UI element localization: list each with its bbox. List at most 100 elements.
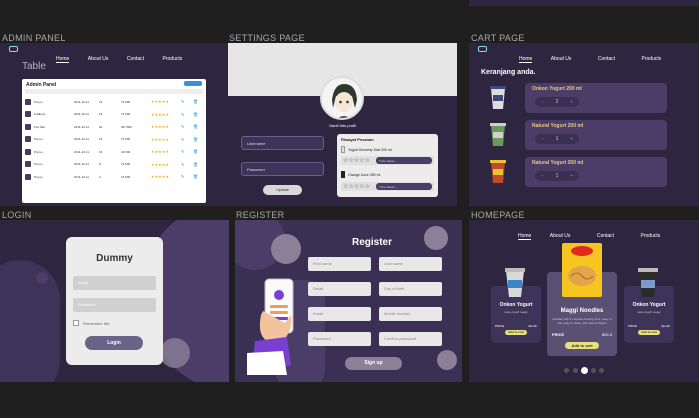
nav-contact[interactable]: Contact bbox=[598, 56, 615, 62]
signup-button[interactable]: Sign up bbox=[345, 357, 402, 370]
delete-icon[interactable]: 🗑 bbox=[193, 149, 198, 154]
nav-home[interactable]: Home bbox=[519, 56, 533, 63]
minus-icon[interactable]: − bbox=[541, 99, 544, 105]
cell-rating: ★★★★★ bbox=[151, 149, 169, 154]
minus-icon[interactable]: − bbox=[541, 136, 544, 142]
first-name-field[interactable]: First name bbox=[308, 257, 371, 271]
nav-products[interactable]: Products bbox=[642, 56, 662, 62]
profile-avatar[interactable] bbox=[320, 76, 364, 120]
confirm-password-field[interactable]: Confirm password bbox=[379, 332, 442, 346]
product-thumb-icon bbox=[25, 98, 31, 105]
edit-icon[interactable]: ✎ bbox=[181, 124, 193, 129]
edit-icon[interactable]: ✎ bbox=[181, 99, 193, 104]
quantity-stepper[interactable]: − 1 + bbox=[535, 134, 579, 144]
carousel-dot[interactable] bbox=[599, 368, 604, 373]
cell-name: Pop Mie bbox=[34, 124, 46, 129]
product-thumb-icon bbox=[25, 136, 31, 142]
change-photo-link[interactable]: Ganti foto profil bbox=[228, 123, 457, 128]
carousel-dot[interactable] bbox=[564, 368, 569, 373]
cell-qty: 19 bbox=[99, 137, 103, 141]
nav-contact[interactable]: Contact bbox=[597, 233, 614, 239]
delete-icon[interactable]: 🗑 bbox=[193, 162, 198, 167]
nav-contact[interactable]: Contact bbox=[127, 56, 144, 62]
nav-home[interactable]: Home bbox=[518, 233, 532, 240]
history-item-2: Orange Juice 350 ml bbox=[348, 173, 381, 177]
nav-about[interactable]: About Us bbox=[88, 56, 109, 62]
login-button[interactable]: Login bbox=[85, 336, 143, 350]
mobile-field[interactable]: Mobile number bbox=[379, 307, 442, 321]
cell-qty: 23 bbox=[99, 99, 103, 104]
quantity-stepper[interactable]: − 2 + bbox=[535, 97, 579, 107]
nav-about[interactable]: About Us bbox=[551, 56, 572, 62]
nav-home[interactable]: Home bbox=[56, 56, 70, 63]
edit-icon[interactable]: ✎ bbox=[181, 112, 193, 117]
admin-table-panel: Admin Panel Ponyo 2011-10-11 23 73.900 ★★★★★… bbox=[22, 79, 206, 203]
minus-icon[interactable]: − bbox=[541, 173, 544, 179]
frame-label-register: REGISTER bbox=[236, 210, 285, 220]
cell-qty: 20 bbox=[99, 124, 103, 129]
price-value: $25.5 bbox=[601, 332, 612, 337]
password-field[interactable]: Password bbox=[241, 162, 324, 176]
register-frame: Register First name Last name Detail Day… bbox=[235, 220, 462, 382]
username-field[interactable]: Username bbox=[241, 136, 324, 150]
carousel-dot[interactable] bbox=[573, 368, 578, 373]
password-field[interactable]: Password bbox=[73, 298, 156, 312]
edit-icon[interactable]: ✎ bbox=[181, 174, 193, 179]
review-input[interactable]: Tulis ulasan... bbox=[376, 183, 432, 190]
detail-field[interactable]: Detail bbox=[308, 282, 371, 296]
edit-icon[interactable]: ✎ bbox=[181, 137, 193, 142]
admin-panel-frame: Home About Us Contact Products Table Adm… bbox=[0, 43, 228, 206]
cell-date: 2011-10-11 bbox=[74, 162, 89, 166]
cell-name: Ponyo bbox=[34, 137, 43, 141]
cell-date: 2011-10-11 bbox=[74, 112, 89, 116]
decor-circle bbox=[424, 226, 448, 250]
delete-icon[interactable]: 🗑 bbox=[193, 112, 198, 117]
add-to-cart-button[interactable]: Add to cart bbox=[565, 342, 599, 349]
add-to-cart-button[interactable]: Add to cart bbox=[638, 330, 660, 335]
last-name-field[interactable]: Last name bbox=[379, 257, 442, 271]
email-field[interactable]: Email bbox=[73, 276, 156, 290]
cart-frame: Home About Us Contact Products Keranjang… bbox=[469, 43, 699, 206]
cart-heading: Keranjang anda. bbox=[481, 69, 536, 76]
brand-logo-icon bbox=[478, 46, 487, 52]
history-title: Riwayat Pesanan bbox=[341, 137, 374, 142]
cell-rating: ★★★★★ bbox=[151, 174, 169, 179]
delete-icon[interactable]: 🗑 bbox=[193, 137, 198, 142]
password-field[interactable]: Password bbox=[308, 332, 371, 346]
home-nav: Home About Us Contact Products bbox=[518, 224, 674, 242]
rating-stars[interactable]: ☆☆☆☆☆ bbox=[343, 157, 370, 164]
cell-name: Ponyo bbox=[34, 174, 43, 179]
history-item-1: Yogurt Kennedy Kiwi 200 ml bbox=[348, 148, 392, 152]
carousel-dot[interactable] bbox=[591, 368, 596, 373]
edit-icon[interactable]: ✎ bbox=[181, 149, 193, 154]
remember-checkbox[interactable] bbox=[73, 320, 79, 326]
delete-icon[interactable]: 🗑 bbox=[193, 174, 198, 179]
update-button[interactable]: Update bbox=[263, 185, 302, 195]
birthday-field[interactable]: Day of birth bbox=[379, 282, 442, 296]
edit-icon[interactable]: ✎ bbox=[181, 162, 193, 167]
nav-products[interactable]: Products bbox=[641, 233, 661, 239]
product-desc: rasa yogurt segar bbox=[504, 310, 528, 314]
quantity-stepper[interactable]: − 1 + bbox=[535, 171, 579, 181]
plus-icon[interactable]: + bbox=[570, 99, 573, 105]
nav-products[interactable]: Products bbox=[163, 56, 183, 62]
plus-icon[interactable]: + bbox=[570, 173, 573, 179]
nav-about[interactable]: About Us bbox=[550, 233, 571, 239]
cell-date: 2011-10-11 bbox=[74, 99, 89, 104]
table-header bbox=[25, 89, 203, 94]
review-row-2: ☆☆☆☆☆ Tulis ulasan... bbox=[341, 182, 434, 191]
delete-icon[interactable]: 🗑 bbox=[193, 99, 198, 104]
product-thumb-icon bbox=[25, 148, 31, 155]
price-value: Rp12k bbox=[528, 324, 537, 328]
product-thumb-icon bbox=[25, 161, 31, 167]
add-to-cart-button[interactable]: Add to cart bbox=[505, 330, 527, 335]
review-input[interactable]: Tulis ulasan... bbox=[376, 157, 432, 164]
carousel-dot-active[interactable] bbox=[581, 367, 588, 374]
email-field[interactable]: Email bbox=[308, 307, 371, 321]
delete-icon[interactable]: 🗑 bbox=[193, 124, 198, 129]
plus-icon[interactable]: + bbox=[570, 136, 573, 142]
add-product-button[interactable] bbox=[184, 81, 202, 86]
maggi-noodles-pack-icon bbox=[562, 243, 602, 297]
rating-stars[interactable]: ☆☆☆☆☆ bbox=[343, 183, 370, 190]
cart-item-title: Natural Yogurt 200 ml bbox=[532, 160, 584, 166]
